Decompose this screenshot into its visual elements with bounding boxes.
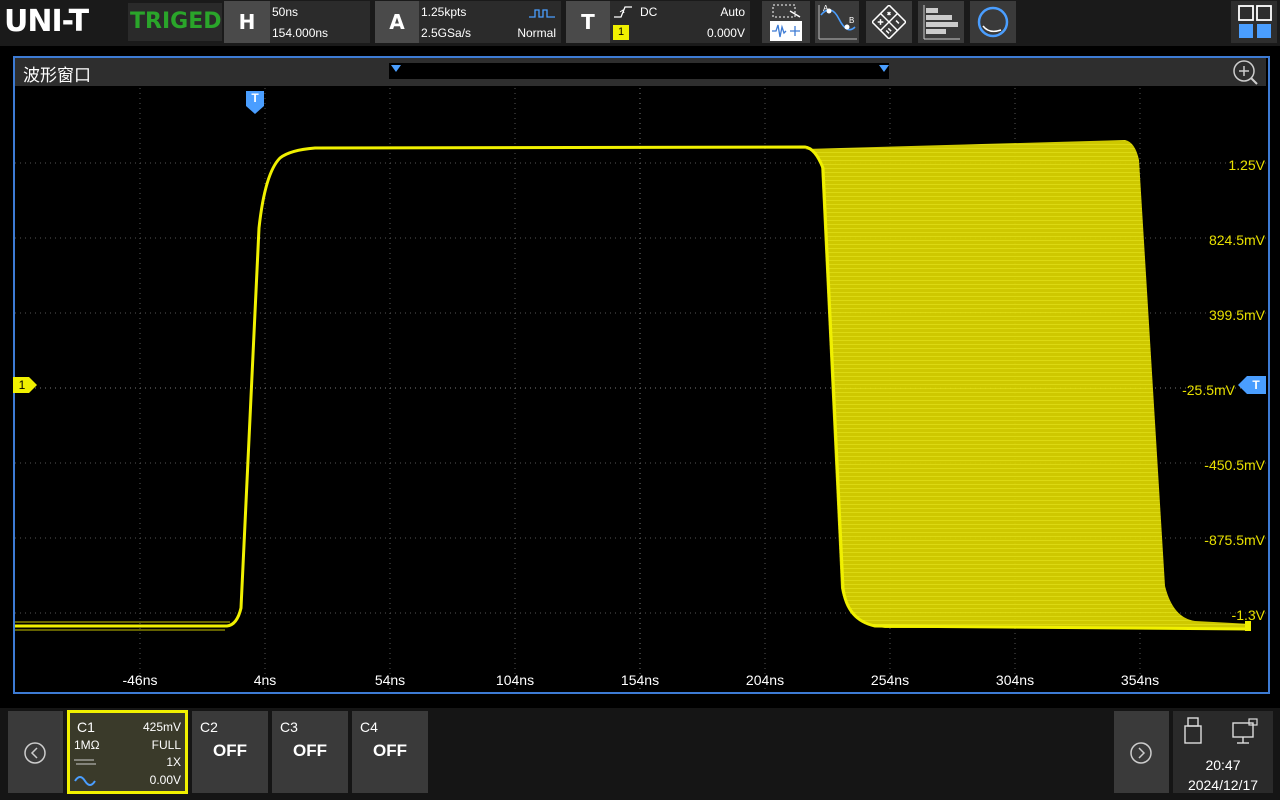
layout-button[interactable] xyxy=(1231,1,1277,43)
rising-edge-icon xyxy=(614,6,632,18)
ch1-probe: 1X xyxy=(166,755,181,769)
ch1-marker-label: 1 xyxy=(18,378,26,392)
horizontal-position-value: 154.000ns xyxy=(272,26,329,40)
ch4-name: C4 xyxy=(360,719,378,735)
search-icon xyxy=(977,6,1009,38)
chevron-right-icon xyxy=(1130,742,1152,764)
status-panel: 20:47 2024/12/17 xyxy=(1173,711,1273,793)
acquire-button[interactable]: A xyxy=(375,1,419,43)
ch3-state: OFF xyxy=(293,741,327,760)
coupling-icon xyxy=(74,759,96,765)
x-label: 204ns xyxy=(745,672,785,688)
ch1-impedance: 1MΩ xyxy=(74,738,100,752)
scroll-right-button[interactable] xyxy=(1114,711,1169,793)
channel-4-panel[interactable]: C4 OFF xyxy=(352,711,428,793)
y-label: 824.5mV xyxy=(1208,232,1265,248)
y-label: -450.5mV xyxy=(1204,457,1265,473)
x-label: 354ns xyxy=(1120,672,1160,688)
math-button[interactable] xyxy=(866,1,912,43)
trigger-source-badge: 1 xyxy=(613,25,629,40)
ch1-offset: 0.00V xyxy=(149,773,181,787)
scroll-left-button[interactable] xyxy=(8,711,63,793)
memory-end-marker-icon xyxy=(879,65,889,72)
ch3-name: C3 xyxy=(280,719,298,735)
waveform-display[interactable] xyxy=(15,88,1266,690)
trigger-level-value: 0.000V xyxy=(706,26,745,40)
ch2-name: C2 xyxy=(200,719,218,735)
x-label: 4ns xyxy=(253,672,277,688)
trigger-button[interactable]: T xyxy=(566,1,610,43)
clock-date: 2024/12/17 xyxy=(1187,777,1259,793)
clock-time: 20:47 xyxy=(1205,757,1241,773)
chevron-left-icon xyxy=(24,742,46,764)
x-label: -46ns xyxy=(122,672,158,688)
x-label: 54ns xyxy=(374,672,406,688)
math-icon xyxy=(872,5,906,39)
horizontal-panel[interactable]: 50ns 154.000ns xyxy=(270,1,370,43)
channel-1-panel[interactable]: C1 425mV 1MΩ FULL 1X 0.00V xyxy=(67,710,188,794)
usb-storage-icon xyxy=(1184,717,1202,744)
trigger-panel[interactable]: DC Auto 1 0.000V xyxy=(610,1,750,43)
y-label: 399.5mV xyxy=(1208,307,1265,323)
svg-text:A: A xyxy=(823,4,829,13)
ch1-bandwidth: FULL xyxy=(151,738,181,752)
grid-layout-icon xyxy=(1238,5,1272,38)
ab-cursor-button[interactable]: A B xyxy=(815,1,859,43)
y-label: -25.5mV xyxy=(1182,382,1235,398)
ch1-name: C1 xyxy=(77,719,95,735)
trigger-sweep-value: Auto xyxy=(720,5,745,19)
x-label: 254ns xyxy=(870,672,910,688)
y-label: -1.3V xyxy=(1231,607,1265,623)
histogram-button[interactable] xyxy=(918,1,964,43)
trigger-coupling-value: DC xyxy=(640,5,658,19)
y-label: 1.25V xyxy=(1228,157,1265,173)
histogram-icon xyxy=(923,5,960,40)
network-icon xyxy=(1232,718,1258,744)
trigger-level-label: T xyxy=(1252,378,1260,392)
acquire-panel[interactable]: 1.25kpts 2.5GSa/s Normal xyxy=(419,1,561,43)
svg-text:B: B xyxy=(849,16,854,25)
ch2-state: OFF xyxy=(213,741,247,760)
ab-cursor-icon: A B xyxy=(818,4,857,40)
search-button[interactable] xyxy=(970,1,1016,43)
trigger-position-label: T xyxy=(251,91,259,105)
x-label: 304ns xyxy=(995,672,1035,688)
cursor-measure-icon xyxy=(770,4,802,41)
window-title: 波形窗口 xyxy=(23,66,91,86)
ch4-state: OFF xyxy=(373,741,407,760)
brand-logo: UNI-T xyxy=(4,4,89,39)
channel-2-panel[interactable]: C2 OFF xyxy=(192,711,268,793)
cursor-measure-button[interactable] xyxy=(762,1,810,43)
sample-rate-value: 2.5GSa/s xyxy=(421,26,472,40)
timebase-value: 50ns xyxy=(272,5,299,19)
acquire-mode-value: Normal xyxy=(517,26,556,40)
x-label: 104ns xyxy=(495,672,535,688)
channel-3-panel[interactable]: C3 OFF xyxy=(272,711,348,793)
memory-start-marker-icon xyxy=(391,65,401,72)
bottom-bar: C1 425mV 1MΩ FULL 1X 0.00V C2 OFF C3 OFF… xyxy=(0,708,1280,800)
top-bar: UNI-T TRIGED H 50ns 154.000ns A 1.25kpts… xyxy=(0,0,1280,46)
horizontal-button[interactable]: H xyxy=(224,1,270,43)
memory-position-bar[interactable] xyxy=(389,63,889,79)
y-label: -875.5mV xyxy=(1204,532,1265,548)
ch1-scale: 425mV xyxy=(142,720,181,734)
waveform-window-titlebar: 波形窗口 xyxy=(15,58,1266,86)
pulse-icon xyxy=(529,9,555,18)
trigger-status: TRIGED xyxy=(128,3,222,41)
x-label: 154ns xyxy=(620,672,660,688)
memory-depth-value: 1.25kpts xyxy=(421,5,467,19)
zoom-in-icon[interactable] xyxy=(1231,59,1259,85)
ac-wave-icon xyxy=(74,776,96,786)
